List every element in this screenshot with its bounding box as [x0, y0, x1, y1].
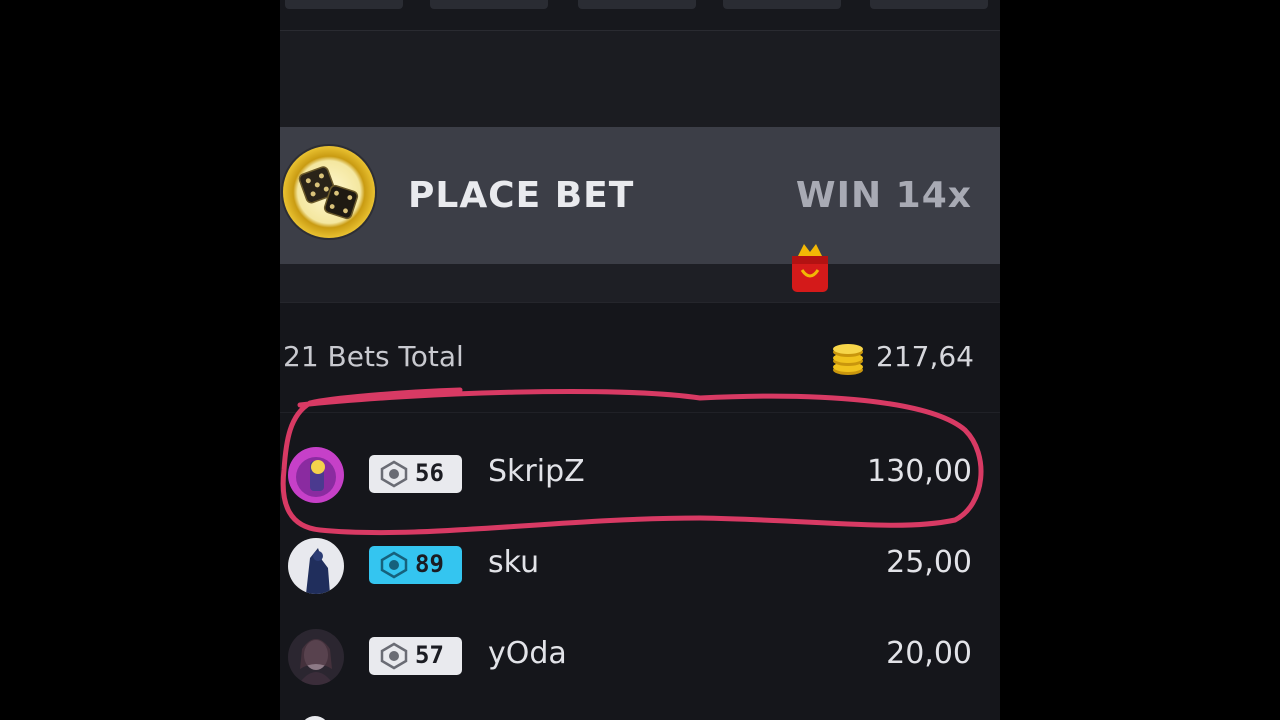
divider — [280, 412, 1000, 413]
place-bet-button[interactable]: PLACE BET WIN 14x — [280, 127, 1000, 264]
bet-amount: 130,00 — [867, 454, 972, 489]
avatar[interactable] — [288, 447, 344, 503]
tab-1[interactable] — [285, 0, 403, 9]
username[interactable]: SkripZ — [488, 454, 585, 489]
bet-row-partial — [280, 710, 1000, 720]
rank-icon — [380, 642, 408, 670]
bets-summary: 21 Bets Total 217,64 — [280, 330, 1000, 390]
bet-row: 56 SkripZ 130,00 — [280, 437, 1000, 517]
avatar[interactable] — [288, 538, 344, 594]
dice-icon — [283, 146, 375, 238]
rank-icon — [380, 460, 408, 488]
rank-icon — [380, 551, 408, 579]
avatar[interactable] — [300, 716, 330, 720]
bets-total-label: 21 Bets Total — [283, 340, 464, 373]
tab-3[interactable] — [578, 0, 696, 9]
bet-amount: 20,00 — [886, 636, 972, 671]
coins-icon — [831, 343, 865, 377]
avatar[interactable] — [288, 629, 344, 685]
bet-amount: 25,00 — [886, 545, 972, 580]
bet-row: 57 yOda 20,00 — [280, 619, 1000, 699]
level-number: 56 — [415, 459, 444, 487]
username[interactable]: sku — [488, 545, 539, 580]
level-badge: 56 — [369, 455, 462, 493]
level-number: 57 — [415, 641, 444, 669]
happy-meal-icon — [788, 240, 832, 296]
top-tab-bar — [280, 0, 1000, 31]
level-badge: 89 — [369, 546, 462, 584]
tab-4[interactable] — [723, 0, 841, 9]
place-bet-label: PLACE BET — [408, 175, 635, 216]
bet-row: 89 sku 25,00 — [280, 528, 1000, 608]
tab-5[interactable] — [870, 0, 988, 9]
tab-2[interactable] — [430, 0, 548, 9]
place-bet-shadow — [280, 264, 1000, 303]
win-multiplier-label: WIN 14x — [795, 175, 972, 216]
level-number: 89 — [415, 550, 444, 578]
level-badge: 57 — [369, 637, 462, 675]
game-panel: PLACE BET WIN 14x 21 Bets Total 217,64 5… — [280, 0, 1000, 720]
total-amount: 217,64 — [876, 340, 974, 373]
username[interactable]: yOda — [488, 636, 567, 671]
game-area — [280, 31, 1000, 127]
